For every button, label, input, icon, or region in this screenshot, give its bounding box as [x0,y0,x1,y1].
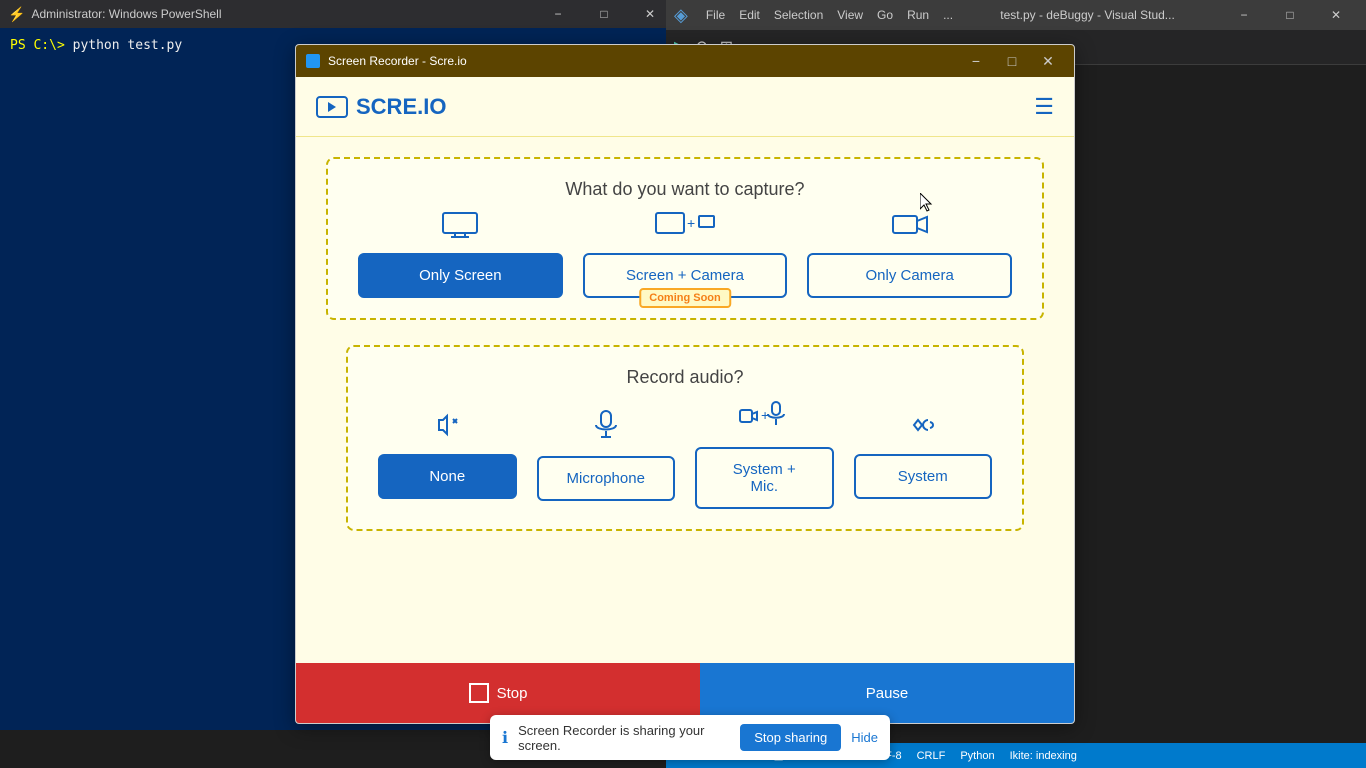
hide-button[interactable]: Hide [851,730,878,745]
menu-selection[interactable]: Selection [774,8,823,22]
none-icon [433,411,461,446]
screen-camera-card: + Screen + Camera Coming Soon [583,212,788,298]
microphone-card: Microphone [537,409,676,501]
vscode-close-button[interactable]: ✕ [1314,0,1358,30]
ps-command: python test.py [73,38,183,53]
none-button[interactable]: None [378,454,517,499]
system-mic-card: + System + Mic. [695,400,834,509]
app-titlebar-icon [306,54,320,68]
vscode-minimize-button[interactable]: − [1222,0,1266,30]
capture-options: Only Screen + Sc [358,212,1012,298]
menu-go[interactable]: Go [877,8,893,22]
ps-icon: ⚡ [8,6,25,23]
menu-view[interactable]: View [837,8,863,22]
vscode-title: test.py - deBuggy - Visual Stud... [1000,8,1175,22]
app-maximize-button[interactable]: □ [996,50,1028,72]
none-card: None [378,411,517,499]
vscode-icon: ◈ [674,5,688,26]
system-button[interactable]: System [854,454,993,499]
logo-text: SCRE.IO [356,94,446,120]
vscode-maximize-button[interactable]: □ [1268,0,1312,30]
svg-text:+: + [687,215,695,231]
ps-title: Administrator: Windows PowerShell [31,7,221,21]
coming-soon-badge: Coming Soon [639,288,731,308]
app-close-button[interactable]: ✕ [1032,50,1064,72]
ps-titlebar: ⚡ Administrator: Windows PowerShell − □ … [0,0,680,28]
screen-camera-button[interactable]: Screen + Camera Coming Soon [583,253,788,298]
stop-icon [469,683,489,703]
stop-section: Stop [296,663,700,723]
app-title: Screen Recorder - Scre.io [328,54,467,68]
capture-panel: What do you want to capture? Onl [326,157,1044,320]
menu-more[interactable]: ... [943,8,953,22]
pause-section: Pause [700,663,1074,723]
app-header: SCRE.IO ☰ [296,77,1074,137]
only-screen-icon [442,212,478,245]
audio-options: None Microphone [378,400,992,509]
app-content: SCRE.IO ☰ What do you want to capture? [296,77,1074,723]
audio-section: Record audio? None [346,345,1024,531]
logo-icon [316,96,348,118]
menu-edit[interactable]: Edit [739,8,760,22]
sharing-text: Screen Recorder is sharing your screen. [518,723,730,753]
status-eol: CRLF [917,750,946,762]
status-language: Python [960,750,994,762]
vscode-titlebar: ◈ File Edit Selection View Go Run ... te… [666,0,1366,30]
app-bottom: Stop Pause [296,663,1074,723]
sharing-bar: ℹ Screen Recorder is sharing your screen… [490,715,890,760]
capture-section: What do you want to capture? Onl [296,137,1074,663]
pause-label[interactable]: Pause [866,685,909,702]
menu-file[interactable]: File [706,8,725,22]
only-camera-icon [892,212,928,245]
system-mic-button[interactable]: System + Mic. [695,447,834,509]
system-mic-icon: + [739,400,789,439]
microphone-button[interactable]: Microphone [537,456,676,501]
only-camera-button[interactable]: Only Camera [807,253,1012,298]
audio-title: Record audio? [626,367,743,388]
ps-prompt: PS C:\> [10,38,73,53]
microphone-icon [592,409,620,448]
app-window: Screen Recorder - Scre.io − □ ✕ SCRE.IO … [295,44,1075,724]
stop-sharing-button[interactable]: Stop sharing [740,724,841,751]
app-titlebar: Screen Recorder - Scre.io − □ ✕ [296,45,1074,77]
menu-run[interactable]: Run [907,8,929,22]
only-screen-button[interactable]: Only Screen [358,253,563,298]
sharing-info-icon: ℹ [502,728,508,748]
only-camera-card: Only Camera [807,212,1012,298]
capture-title: What do you want to capture? [565,179,804,200]
only-screen-card: Only Screen [358,212,563,298]
system-icon [908,411,938,446]
ps-minimize-button[interactable]: − [536,0,580,28]
app-minimize-button[interactable]: − [960,50,992,72]
hamburger-icon[interactable]: ☰ [1034,94,1054,120]
system-card: System [854,411,993,499]
ps-maximize-button[interactable]: □ [582,0,626,28]
stop-label[interactable]: Stop [497,685,528,702]
status-index: Ikite: indexing [1010,750,1077,762]
screen-camera-icon: + [655,212,715,245]
app-logo: SCRE.IO [316,94,446,120]
